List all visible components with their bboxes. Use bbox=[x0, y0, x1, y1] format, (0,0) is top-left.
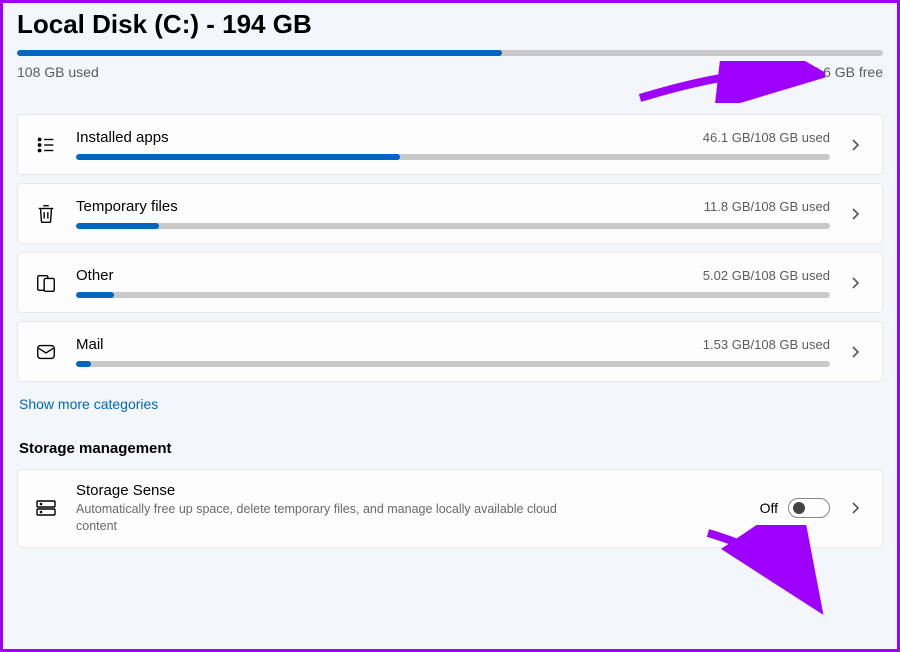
disk-usage-bar-fill bbox=[17, 50, 502, 56]
storage-sense-row[interactable]: Storage Sense Automatically free up spac… bbox=[17, 469, 883, 548]
storage-sense-description: Automatically free up space, delete temp… bbox=[76, 501, 596, 535]
category-bar-fill bbox=[76, 154, 400, 160]
category-title: Mail bbox=[76, 336, 104, 353]
category-bar-fill bbox=[76, 292, 114, 298]
category-card-temporary-files[interactable]: Temporary files 11.8 GB/108 GB used bbox=[17, 183, 883, 244]
chevron-right-icon bbox=[846, 499, 864, 517]
category-bar bbox=[76, 154, 830, 160]
chevron-right-icon bbox=[846, 343, 864, 361]
storage-sense-title: Storage Sense bbox=[76, 482, 744, 499]
chevron-right-icon bbox=[846, 136, 864, 154]
trash-icon bbox=[32, 200, 60, 228]
category-usage: 5.02 GB/108 GB used bbox=[703, 268, 830, 283]
category-bar bbox=[76, 361, 830, 367]
category-bar-fill bbox=[76, 223, 159, 229]
free-label: 85.6 GB free bbox=[804, 64, 883, 80]
storage-sense-toggle[interactable] bbox=[788, 498, 830, 518]
used-label: 108 GB used bbox=[17, 64, 99, 80]
disk-usage-stats: 108 GB used 85.6 GB free bbox=[17, 64, 883, 80]
category-bar-fill bbox=[76, 361, 91, 367]
toggle-knob bbox=[793, 502, 805, 514]
category-usage: 11.8 GB/108 GB used bbox=[704, 199, 830, 214]
category-usage: 1.53 GB/108 GB used bbox=[703, 337, 830, 352]
category-card-other[interactable]: Other 5.02 GB/108 GB used bbox=[17, 252, 883, 313]
page-title: Local Disk (C:) - 194 GB bbox=[17, 9, 883, 40]
category-title: Other bbox=[76, 267, 114, 284]
category-card-installed-apps[interactable]: Installed apps 46.1 GB/108 GB used bbox=[17, 114, 883, 175]
category-card-mail[interactable]: Mail 1.53 GB/108 GB used bbox=[17, 321, 883, 382]
apps-icon bbox=[32, 131, 60, 159]
other-icon bbox=[32, 269, 60, 297]
chevron-right-icon bbox=[846, 205, 864, 223]
show-more-categories-link[interactable]: Show more categories bbox=[19, 396, 883, 412]
disk-usage-bar bbox=[17, 50, 883, 56]
category-usage: 46.1 GB/108 GB used bbox=[703, 130, 830, 145]
storage-sense-toggle-label: Off bbox=[760, 500, 778, 516]
category-title: Temporary files bbox=[76, 198, 178, 215]
category-bar bbox=[76, 223, 830, 229]
category-bar bbox=[76, 292, 830, 298]
category-title: Installed apps bbox=[76, 129, 169, 146]
chevron-right-icon bbox=[846, 274, 864, 292]
storage-management-heading: Storage management bbox=[19, 440, 883, 457]
storage-sense-icon bbox=[32, 494, 60, 522]
mail-icon bbox=[32, 338, 60, 366]
